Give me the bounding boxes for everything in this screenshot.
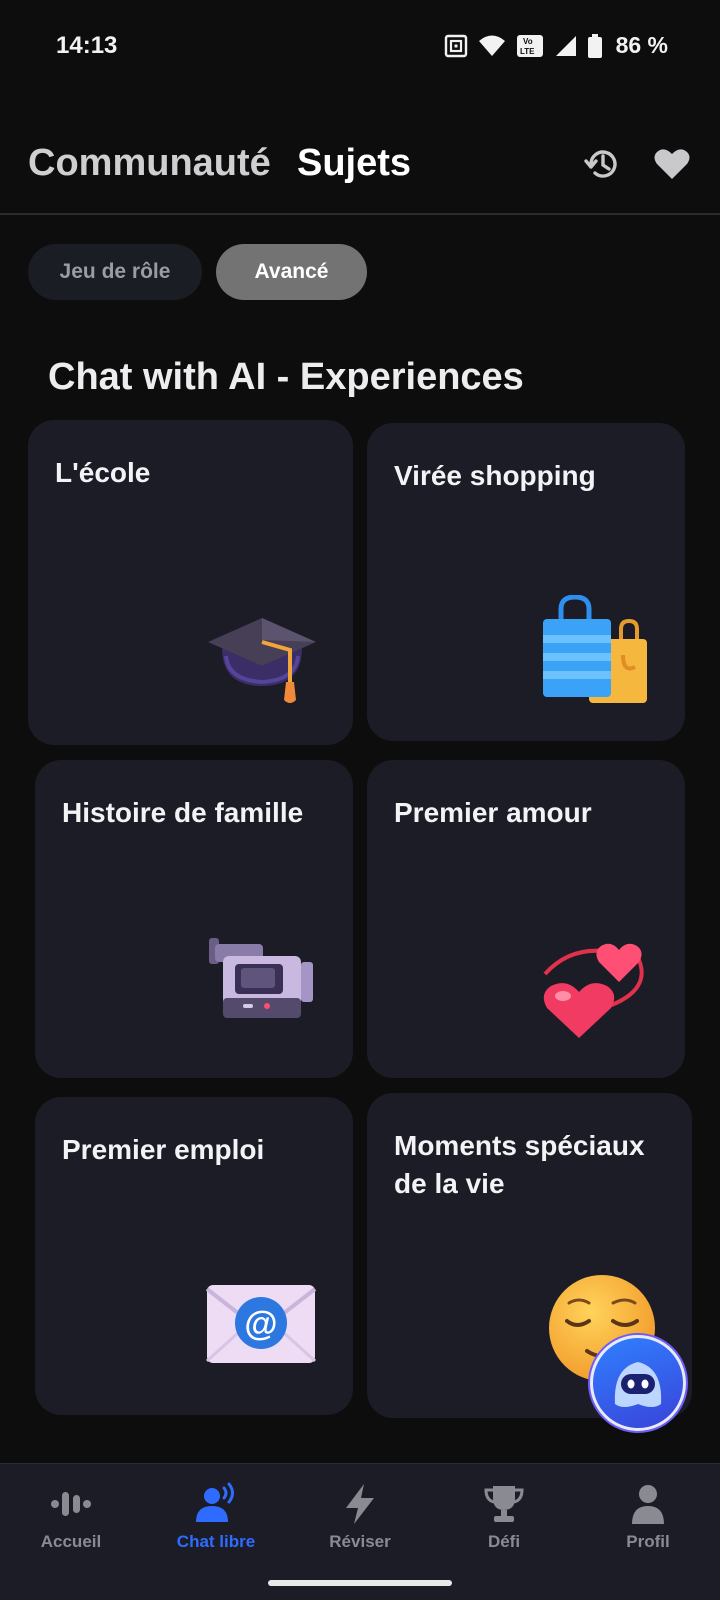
card-histoire-de-famille[interactable]: Histoire de famille	[35, 760, 353, 1078]
card-title: Histoire de famille	[62, 797, 304, 828]
signal-icon	[555, 35, 576, 56]
card-title: Virée shopping	[394, 460, 596, 491]
svg-text:Vo: Vo	[523, 37, 533, 46]
person-icon	[632, 1485, 664, 1524]
history-icon[interactable]	[583, 144, 623, 184]
home-indicator[interactable]	[268, 1580, 452, 1586]
nav-label: Profil	[626, 1532, 670, 1551]
card-title: Premier emploi	[62, 1134, 265, 1165]
lightning-icon	[346, 1484, 374, 1524]
wifi-icon	[478, 35, 505, 56]
svg-text:@: @	[244, 1305, 277, 1343]
nav-defi[interactable]: Défi	[444, 1482, 564, 1552]
nav-accueil[interactable]: Accueil	[11, 1482, 131, 1552]
nav-label: Défi	[487, 1532, 521, 1551]
section-title: Chat with AI - Experiences	[48, 356, 524, 398]
battery-icon	[587, 33, 602, 58]
voice-wave-icon	[51, 1492, 91, 1516]
nfc-icon	[444, 34, 467, 57]
status-time: 14:13	[56, 32, 118, 59]
tab-communaute[interactable]: Communauté	[28, 142, 271, 185]
speaking-person-icon	[196, 1482, 234, 1522]
card-premier-emploi[interactable]: Premier emploi @	[35, 1097, 353, 1415]
two-hearts-icon	[543, 943, 644, 1038]
battery-percent: 86 %	[615, 32, 668, 58]
card-premier-amour[interactable]: Premier amour	[367, 760, 685, 1078]
card-ecole[interactable]: L'école	[28, 420, 353, 745]
svg-text:LTE: LTE	[520, 47, 535, 56]
trophy-icon	[484, 1486, 524, 1522]
card-title: Moments spéciaux de la vie	[394, 1130, 645, 1199]
email-envelope-icon: @	[205, 1285, 317, 1363]
filter-chip-avance[interactable]: Avancé	[216, 244, 367, 300]
card-viree-shopping[interactable]: Virée shopping	[367, 423, 685, 741]
top-header: Communauté Sujets	[0, 120, 720, 215]
graduation-cap-icon	[208, 618, 316, 703]
nav-chat-libre[interactable]: Chat libre	[156, 1482, 276, 1552]
filter-chip-jeu-de-role[interactable]: Jeu de rôle	[28, 244, 202, 300]
video-camera-icon	[209, 938, 313, 1018]
card-title: L'école	[55, 457, 151, 488]
heart-icon[interactable]	[652, 144, 692, 184]
nav-reviser[interactable]: Réviser	[300, 1482, 420, 1552]
status-bar: 14:13 Vo LTE 86 %	[0, 0, 720, 92]
nav-label: Réviser	[329, 1532, 391, 1551]
volte-icon: Vo LTE	[516, 34, 543, 57]
nav-profil[interactable]: Profil	[588, 1482, 708, 1552]
ai-assistant-button[interactable]	[590, 1335, 686, 1431]
status-icons: Vo LTE 86 %	[444, 32, 668, 59]
tab-sujets[interactable]: Sujets	[297, 142, 411, 185]
shopping-bags-icon	[543, 595, 647, 703]
card-title: Premier amour	[394, 797, 592, 828]
nav-label: Chat libre	[176, 1532, 256, 1551]
robot-face-icon	[614, 1362, 662, 1407]
nav-label: Accueil	[40, 1532, 102, 1551]
